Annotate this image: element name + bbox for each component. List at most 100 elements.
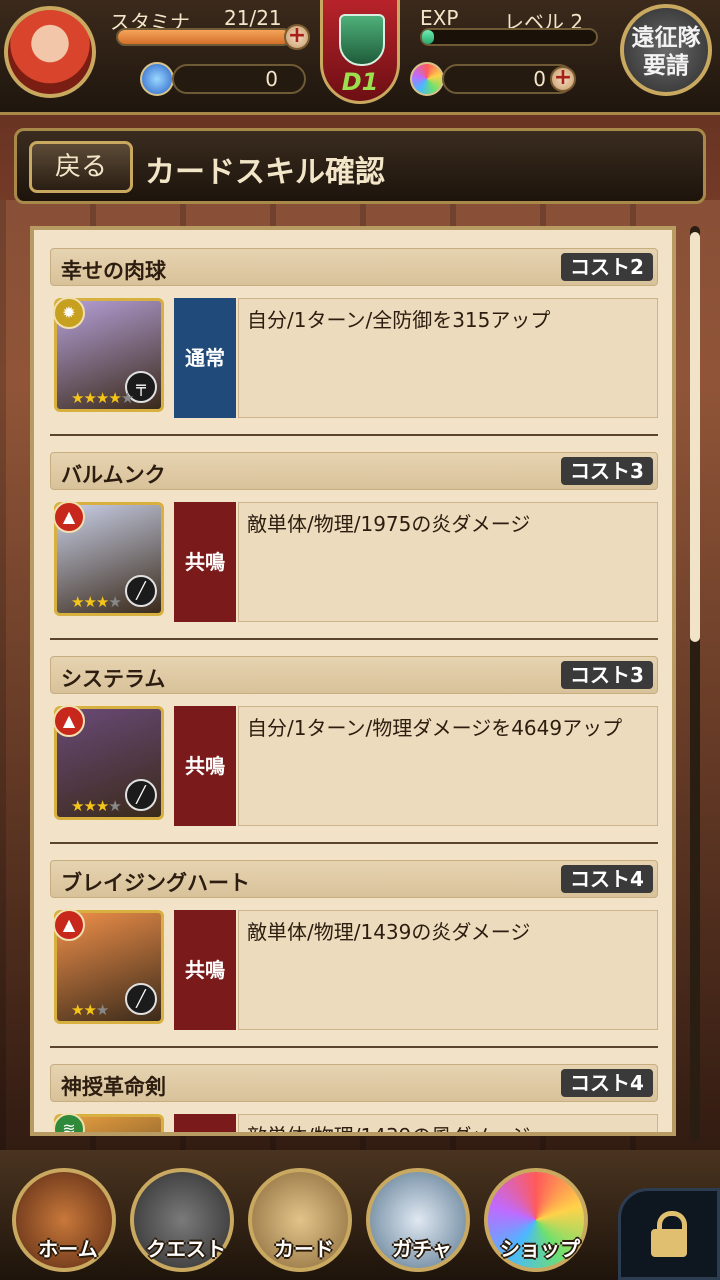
top-hud: スタミナ 21/21 + 0 D1 EXP レベル 2 0 + 遠征隊 要請	[0, 0, 720, 115]
title-bar: 戻る カードスキル確認	[14, 128, 706, 204]
nav-home[interactable]: ホーム	[12, 1168, 116, 1272]
fire-icon: ▲	[53, 501, 85, 533]
wind-icon: ≋	[53, 1113, 85, 1132]
rarity-stars: ★★★★	[71, 593, 122, 611]
skill-entry[interactable]: 幸せの肉球 コスト2 ✹ ╤ ★★★★★ 通常 自分/1ターン/全防御を315アップ	[50, 248, 658, 452]
scrollbar-thumb[interactable]	[690, 232, 700, 642]
card-thumbnail[interactable]: ▲ ╱ ★★★	[53, 909, 164, 1024]
divider	[50, 638, 658, 640]
card-thumbnail[interactable]: ✹ ╤ ★★★★★	[53, 297, 164, 412]
skill-description: 敵単体/物理/1975の炎ダメージ	[238, 502, 658, 622]
gem-counter: 0	[172, 64, 306, 94]
skill-type-badge: 共鳴	[174, 706, 236, 826]
expedition-line1: 遠征隊	[631, 25, 701, 51]
skill-header: システラム コスト3	[50, 656, 658, 694]
star-icon: ★	[71, 593, 84, 611]
stamina-bar	[116, 28, 292, 46]
page-title: カードスキル確認	[145, 155, 385, 190]
exp-bar-fill	[422, 30, 435, 44]
premium-add-button[interactable]: +	[550, 66, 576, 92]
bottom-nav: ホーム クエスト カード ガチャ ショップ	[0, 1150, 720, 1280]
skill-description: 自分/1ターン/物理ダメージを4649アップ	[238, 706, 658, 826]
stamina-value: 21/21	[224, 6, 282, 30]
card-thumbnail[interactable]: ▲ ╱ ★★★★	[53, 501, 164, 616]
lock-icon-body	[651, 1229, 687, 1257]
nav-card[interactable]: カード	[248, 1168, 352, 1272]
expedition-request-button[interactable]: 遠征隊 要請	[620, 4, 712, 96]
cost-badge: コスト3	[561, 661, 653, 689]
nav-gacha-label: ガチャ	[392, 1237, 452, 1261]
nav-quest[interactable]: クエスト	[130, 1168, 234, 1272]
skill-entry[interactable]: バルムンク コスト3 ▲ ╱ ★★★★ 共鳴 敵単体/物理/1975の炎ダメージ	[50, 452, 658, 656]
rank-badge[interactable]: D1	[320, 0, 400, 104]
nav-home-label: ホーム	[38, 1237, 98, 1261]
player-avatar[interactable]	[4, 6, 96, 98]
nav-card-label: カード	[274, 1237, 334, 1261]
star-icon: ★	[108, 389, 121, 407]
divider	[50, 1046, 658, 1048]
gem-icon	[140, 62, 174, 96]
sword-icon: ╱	[125, 983, 157, 1015]
skill-name: 幸せの肉球	[61, 259, 166, 283]
divider	[50, 842, 658, 844]
skill-entry[interactable]: システラム コスト3 ▲ ╱ ★★★★ 共鳴 自分/1ターン/物理ダメージを4649アップ	[50, 656, 658, 860]
fire-icon: ▲	[53, 909, 85, 941]
star-icon: ★	[120, 389, 134, 407]
skill-header: 幸せの肉球 コスト2	[50, 248, 658, 286]
skill-name: バルムンク	[61, 463, 166, 487]
star-icon: ★	[71, 389, 84, 407]
card-thumbnail[interactable]: ▲ ╱ ★★★★	[53, 705, 164, 820]
rarity-stars: ★★★★	[71, 797, 122, 815]
cost-badge: コスト4	[561, 1069, 653, 1097]
star-icon: ★	[108, 593, 121, 611]
sun-icon: ✹	[53, 297, 85, 329]
sword-icon: ╱	[125, 575, 157, 607]
skill-name: ブレイジングハート	[61, 871, 250, 895]
skill-description: 敵単体/物理/1439の風ダメージ	[238, 1114, 658, 1132]
skill-entry[interactable]: ブレイジングハート コスト4 ▲ ╱ ★★★ 共鳴 敵単体/物理/1439の炎ダメージ	[50, 860, 658, 1064]
skill-header: ブレイジングハート コスト4	[50, 860, 658, 898]
skill-type-badge: 共鳴	[174, 502, 236, 622]
star-icon: ★	[95, 389, 109, 407]
star-icon: ★	[83, 593, 96, 611]
nav-shop-label: ショップ	[500, 1237, 580, 1261]
skill-type-badge: 通常	[174, 298, 236, 418]
back-button[interactable]: 戻る	[29, 141, 133, 193]
cost-badge: コスト3	[561, 457, 653, 485]
divider	[50, 434, 658, 436]
skill-header: バルムンク コスト3	[50, 452, 658, 490]
skill-description: 自分/1ターン/全防御を315アップ	[238, 298, 658, 418]
skill-name: 神授革命剣	[61, 1075, 166, 1099]
skill-list-panel[interactable]: 幸せの肉球 コスト2 ✹ ╤ ★★★★★ 通常 自分/1ターン/全防御を315アップバルムン…	[30, 226, 676, 1136]
stamina-add-button[interactable]: +	[284, 24, 310, 50]
star-icon: ★	[95, 797, 109, 815]
cost-badge: コスト2	[561, 253, 653, 281]
star-icon: ★	[95, 593, 109, 611]
skill-type-badge: 共鳴	[174, 910, 236, 1030]
skill-header: 神授革命剣 コスト4	[50, 1064, 658, 1102]
cost-badge: コスト4	[561, 865, 653, 893]
skill-description: 敵単体/物理/1439の炎ダメージ	[238, 910, 658, 1030]
rarity-stars: ★★★	[71, 1001, 109, 1019]
premium-count: 0	[533, 67, 546, 91]
star-icon: ★	[83, 797, 96, 815]
card-thumbnail[interactable]: ≋╱★★★	[53, 1113, 164, 1132]
scrollbar[interactable]	[690, 226, 700, 1142]
skill-type-badge: 共鳴	[174, 1114, 236, 1132]
skill-entry[interactable]: 神授革命剣 コスト4 ≋╱★★★ 共鳴敵単体/物理/1439の風ダメージ	[50, 1064, 658, 1132]
expedition-line2: 要請	[643, 53, 689, 79]
lock-button[interactable]	[618, 1188, 720, 1280]
nav-gacha[interactable]: ガチャ	[366, 1168, 470, 1272]
star-icon: ★	[71, 797, 84, 815]
star-icon: ★	[83, 389, 96, 407]
premium-orb-icon	[410, 62, 444, 96]
nav-shop[interactable]: ショップ	[484, 1168, 588, 1272]
rank-text: D1	[341, 68, 379, 96]
star-icon: ★	[108, 797, 121, 815]
nav-quest-label: クエスト	[146, 1237, 226, 1261]
shield-icon	[339, 14, 385, 66]
star-icon: ★	[83, 1001, 96, 1019]
sword-icon: ╱	[125, 779, 157, 811]
star-icon: ★	[95, 1001, 109, 1019]
exp-label: EXP	[420, 6, 459, 30]
